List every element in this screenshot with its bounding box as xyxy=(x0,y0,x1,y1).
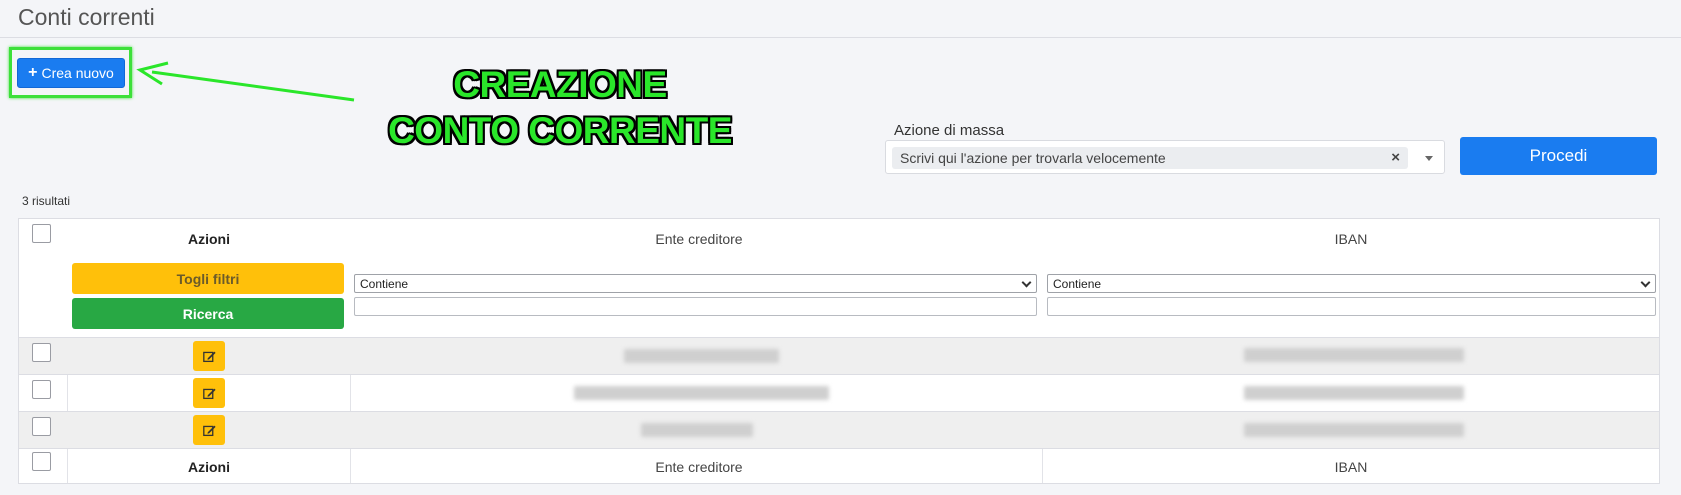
page-title: Conti correnti xyxy=(18,4,155,30)
create-new-button[interactable]: + Crea nuovo xyxy=(17,58,125,88)
select-all-checkbox-footer[interactable] xyxy=(32,452,51,471)
select-all-checkbox[interactable] xyxy=(32,224,51,243)
edit-icon xyxy=(202,425,216,436)
edit-button[interactable] xyxy=(193,378,225,408)
edit-icon xyxy=(202,388,216,399)
annotation-text: CREAZIONE CONTO CORRENTE xyxy=(380,62,740,154)
chevron-down-icon xyxy=(1640,277,1651,288)
mass-action-select[interactable]: Scrivi qui l'azione per trovarla velocem… xyxy=(885,140,1445,174)
redacted-iban xyxy=(1244,386,1464,400)
iban-filter-operator-select[interactable]: Contiene xyxy=(1047,274,1656,293)
ente-filter-operator-select[interactable]: Contiene xyxy=(354,274,1037,293)
chevron-down-icon xyxy=(1021,277,1032,288)
row-checkbox[interactable] xyxy=(32,417,51,436)
iban-filter-input[interactable] xyxy=(1047,297,1656,316)
proceed-button[interactable]: Procedi xyxy=(1460,137,1657,175)
row-checkbox[interactable] xyxy=(32,343,51,362)
search-button[interactable]: Ricerca xyxy=(72,298,344,329)
annotation-line-2: CONTO CORRENTE xyxy=(388,110,732,151)
column-divider xyxy=(1042,445,1043,483)
footer-header-ente: Ente creditore xyxy=(655,459,743,475)
chevron-down-icon[interactable] xyxy=(1425,156,1433,161)
table-row xyxy=(19,412,1659,448)
edit-button[interactable] xyxy=(193,415,225,445)
mass-action-placeholder-text: Scrivi qui l'azione per trovarla velocem… xyxy=(900,150,1166,166)
results-count: 3 risultati xyxy=(22,194,71,208)
mass-action-label: Azione di massa xyxy=(894,122,1005,139)
title-divider xyxy=(0,37,1681,38)
column-header-ente[interactable]: Ente creditore xyxy=(359,231,1039,247)
table-row xyxy=(19,375,1659,411)
footer-header-actions: Azioni xyxy=(188,459,230,475)
redacted-ente xyxy=(624,349,779,363)
create-new-label: Crea nuovo xyxy=(41,65,114,81)
redacted-iban xyxy=(1244,423,1464,437)
clear-filters-button[interactable]: Togli filtri xyxy=(72,263,344,294)
footer-header-iban: IBAN xyxy=(1334,459,1368,475)
mass-action-placeholder: Scrivi qui l'azione per trovarla velocem… xyxy=(892,147,1408,169)
plus-icon: + xyxy=(28,64,38,81)
edit-icon xyxy=(202,351,216,362)
ente-filter-operator-value: Contiene xyxy=(360,277,409,291)
clear-icon[interactable]: × xyxy=(1391,149,1400,166)
iban-filter-operator-value: Contiene xyxy=(1053,277,1102,291)
redacted-ente xyxy=(574,386,829,400)
ente-filter-input[interactable] xyxy=(354,297,1037,316)
redacted-ente xyxy=(641,423,753,437)
column-header-iban[interactable]: IBAN xyxy=(1051,231,1651,247)
edit-button[interactable] xyxy=(193,341,225,371)
row-divider xyxy=(19,448,1659,449)
row-checkbox[interactable] xyxy=(32,380,51,399)
data-grid: Azioni Ente creditore IBAN Togli filtri … xyxy=(18,218,1660,484)
redacted-iban xyxy=(1244,348,1464,362)
column-header-actions: Azioni xyxy=(188,231,230,247)
annotation-arrow-icon xyxy=(136,61,355,102)
annotation-line-1: CREAZIONE xyxy=(453,64,667,105)
table-row xyxy=(19,338,1659,374)
